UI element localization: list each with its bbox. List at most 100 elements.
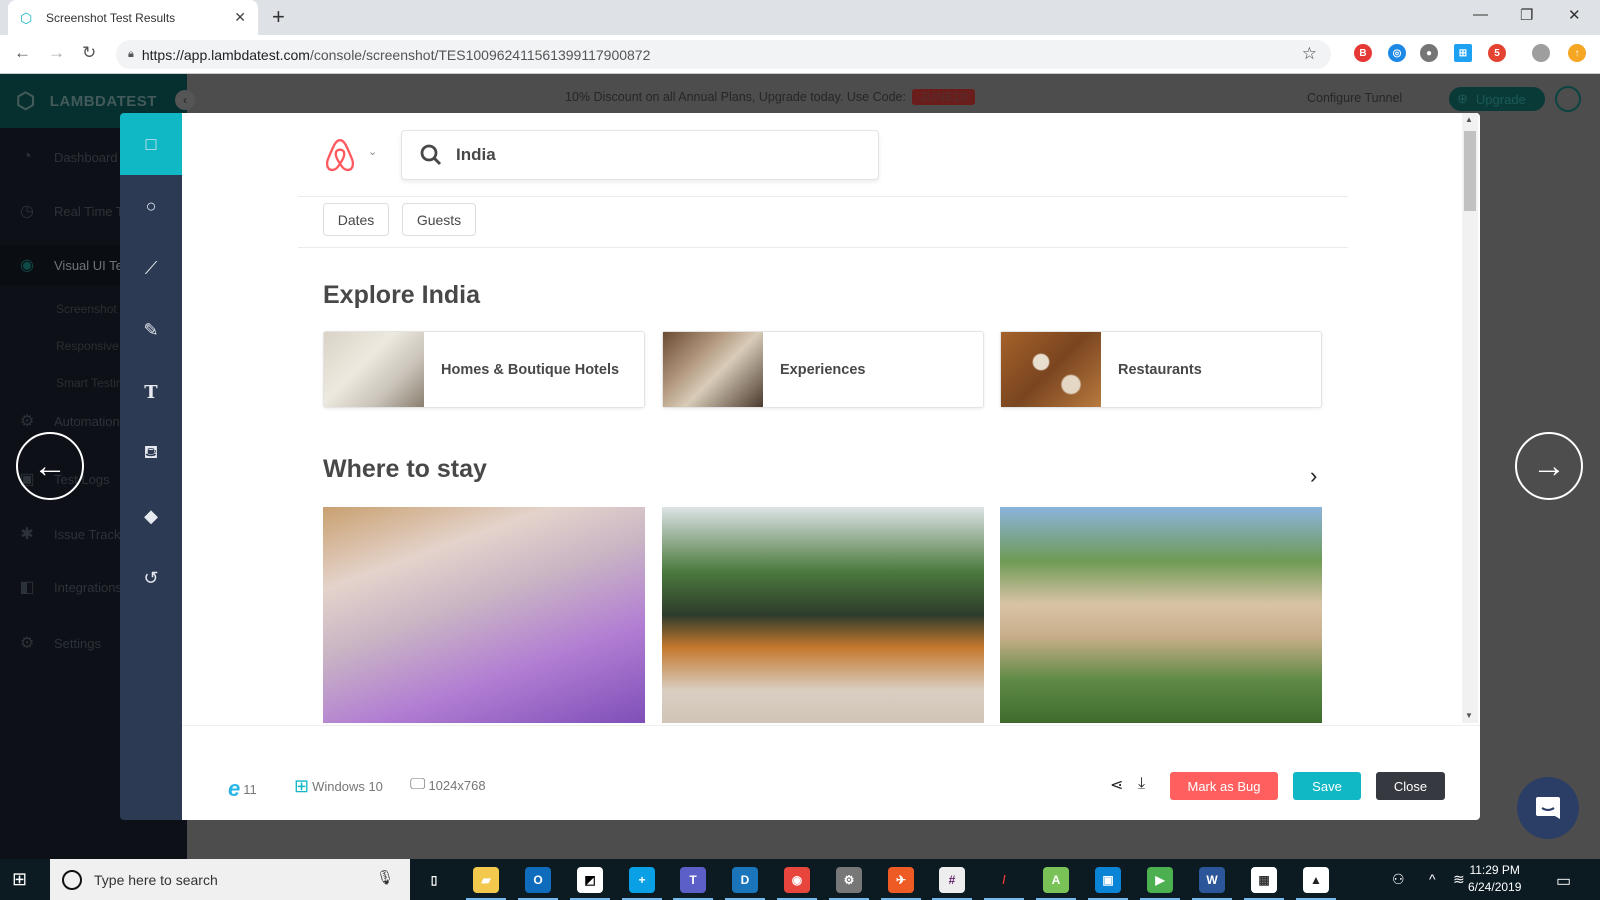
category-card-homes[interactable]: Homes & Boutique Hotels	[323, 331, 645, 408]
scroll-up-icon[interactable]: ▲	[1465, 115, 1473, 124]
media-app-icon[interactable]: ▶	[1147, 867, 1173, 893]
microphone-icon[interactable]: 🎙︎	[376, 869, 394, 886]
category-card-restaurants[interactable]: Restaurants	[1000, 331, 1322, 408]
maximize-button[interactable]: ❐	[1520, 6, 1533, 24]
ext-todoist-icon[interactable]: 5	[1488, 44, 1506, 62]
homes-thumbnail	[324, 332, 424, 407]
lt-nav-label: Settings	[54, 635, 101, 651]
filter-guests[interactable]: Guests	[402, 203, 476, 236]
close-tab-icon[interactable]: ✕	[234, 9, 246, 26]
monitor-icon: 🖵︎	[410, 776, 426, 793]
ext-grey-ball-icon[interactable]: ●	[1420, 44, 1438, 62]
close-button[interactable]: Close	[1376, 772, 1445, 800]
fill-tool[interactable]: ⛾	[120, 423, 182, 485]
windows-icon: ⊞	[294, 776, 310, 796]
chrome-icon[interactable]: ◉	[784, 867, 810, 893]
sticky-notes-icon[interactable]: ◩	[577, 867, 603, 893]
windows-start-icon[interactable]: ⊞	[12, 869, 34, 891]
eraser-tool[interactable]: ◆	[120, 485, 182, 547]
stay-card-cottage[interactable]	[662, 507, 984, 723]
undo-tool[interactable]: ↺	[120, 547, 182, 609]
mark-as-bug-button[interactable]: Mark as Bug	[1170, 772, 1278, 800]
category-label: Homes & Boutique Hotels	[441, 361, 620, 378]
clock-time: 11:29 PM	[1469, 863, 1520, 877]
ext-red-b-icon[interactable]: B	[1354, 44, 1372, 62]
chat-button[interactable]	[1517, 777, 1579, 839]
teams-icon[interactable]: T	[680, 867, 706, 893]
new-tab-button[interactable]: +	[272, 4, 285, 30]
previous-screenshot-button[interactable]: ←	[16, 432, 84, 500]
upgrade-button[interactable]: ⊕ Upgrade	[1449, 87, 1545, 111]
line-icon: ⟋	[144, 257, 158, 278]
browser-toolbar: ← → ↻ 🔒︎ https://app.lambdatest.com/cons…	[0, 35, 1600, 74]
next-screenshot-button[interactable]: →	[1515, 432, 1583, 500]
modal-footer: e 11 ⊞ Windows 10 🖵︎ 1024x768 ⋖ ⤓ Mark a…	[182, 725, 1480, 820]
lt-nav-icon: ◉	[20, 257, 34, 274]
close-window-button[interactable]: ✕	[1568, 6, 1581, 24]
user-avatar-icon[interactable]	[1555, 86, 1581, 112]
postman-icon[interactable]: ✈	[888, 867, 914, 893]
reload-button[interactable]: ↻	[82, 43, 96, 63]
ext-windows-icon[interactable]: ⊞	[1454, 44, 1472, 62]
arrow-right-icon: →	[1532, 446, 1566, 485]
scrollbar-thumb[interactable]	[1464, 131, 1476, 211]
stay-card-villa[interactable]	[1000, 507, 1322, 723]
remote-desktop-icon[interactable]: ▣	[1095, 867, 1121, 893]
plus-app-icon[interactable]: +	[629, 867, 655, 893]
category-card-experiences[interactable]: Experiences	[662, 331, 984, 408]
ext-compass-icon[interactable]: ◎	[1388, 44, 1406, 62]
save-button[interactable]: Save	[1293, 772, 1361, 800]
pen-app-icon[interactable]: /	[991, 867, 1017, 893]
lt-subnav-item[interactable]: Smart Testing	[56, 376, 129, 390]
task-view-icon[interactable]: ▯	[421, 867, 447, 893]
fill-icon: ⛾	[143, 442, 159, 462]
taskbar-search[interactable]: Type here to search 🎙︎	[50, 859, 410, 900]
bookmark-star-icon[interactable]: ☆	[1302, 44, 1317, 64]
stay-card-bedroom[interactable]	[323, 507, 645, 723]
ext-update-icon[interactable]: ↑	[1568, 44, 1586, 62]
settings-app-icon[interactable]: ⚙	[836, 867, 862, 893]
category-label: Experiences	[780, 361, 866, 378]
forward-button[interactable]: →	[48, 43, 65, 63]
tray-chevron-icon[interactable]: ^	[1429, 871, 1436, 887]
dell-app-icon[interactable]: D	[732, 867, 758, 893]
back-button[interactable]: ←	[14, 43, 31, 63]
lt-nav-icon: ◔	[22, 148, 32, 165]
tab-title: Screenshot Test Results	[46, 10, 176, 25]
slack-icon[interactable]: #	[939, 867, 965, 893]
taskbar-clock[interactable]: 11:29 PM 6/24/2019	[1468, 862, 1521, 896]
configure-tunnel-link[interactable]: Configure Tunnel	[1307, 91, 1402, 105]
word-icon[interactable]: W	[1199, 867, 1225, 893]
airbnb-logo-icon[interactable]	[323, 137, 357, 173]
download-icon[interactable]: ⤓	[1138, 775, 1145, 793]
file-explorer-icon[interactable]: ▰	[473, 867, 499, 893]
filter-dates[interactable]: Dates	[323, 203, 389, 236]
line-tool[interactable]: ⟋	[120, 237, 182, 299]
os-info: ⊞ Windows 10	[294, 776, 383, 796]
people-icon[interactable]: ⚇	[1392, 871, 1405, 888]
scroll-down-icon[interactable]: ▼	[1465, 711, 1473, 720]
search-input[interactable]: India	[401, 130, 879, 180]
browser-tab[interactable]: ⬡ Screenshot Test Results ✕	[8, 0, 258, 35]
clock-date: 6/24/2019	[1468, 880, 1522, 894]
photos-icon[interactable]: ▲	[1303, 867, 1329, 893]
circle-tool[interactable]: ○	[120, 175, 182, 237]
calculator-icon[interactable]: ▦	[1251, 867, 1277, 893]
notifications-icon[interactable]: ▭	[1556, 871, 1571, 891]
minimize-button[interactable]: —	[1473, 6, 1488, 23]
outlook-icon[interactable]: O	[525, 867, 551, 893]
cortana-icon	[62, 869, 82, 890]
rectangle-icon: □	[145, 133, 157, 154]
chevron-down-icon[interactable]: ⌄	[368, 145, 377, 158]
share-icon[interactable]: ⋖	[1110, 775, 1123, 795]
chevron-right-icon[interactable]: ›	[1310, 463, 1317, 489]
rectangle-tool[interactable]: □	[120, 113, 182, 175]
freehand-tool[interactable]: ✎	[120, 299, 182, 361]
text-tool[interactable]: T	[120, 361, 182, 423]
vertical-scrollbar[interactable]: ▲ ▼	[1462, 113, 1478, 723]
wifi-icon[interactable]: ≋	[1453, 871, 1465, 888]
ext-profile-icon[interactable]	[1532, 44, 1550, 62]
android-studio-icon[interactable]: A	[1043, 867, 1069, 893]
url-bar[interactable]: 🔒︎ https://app.lambdatest.com/console/sc…	[116, 40, 1331, 69]
url-path: /console/screenshot/TES10096241156139911…	[309, 46, 651, 63]
